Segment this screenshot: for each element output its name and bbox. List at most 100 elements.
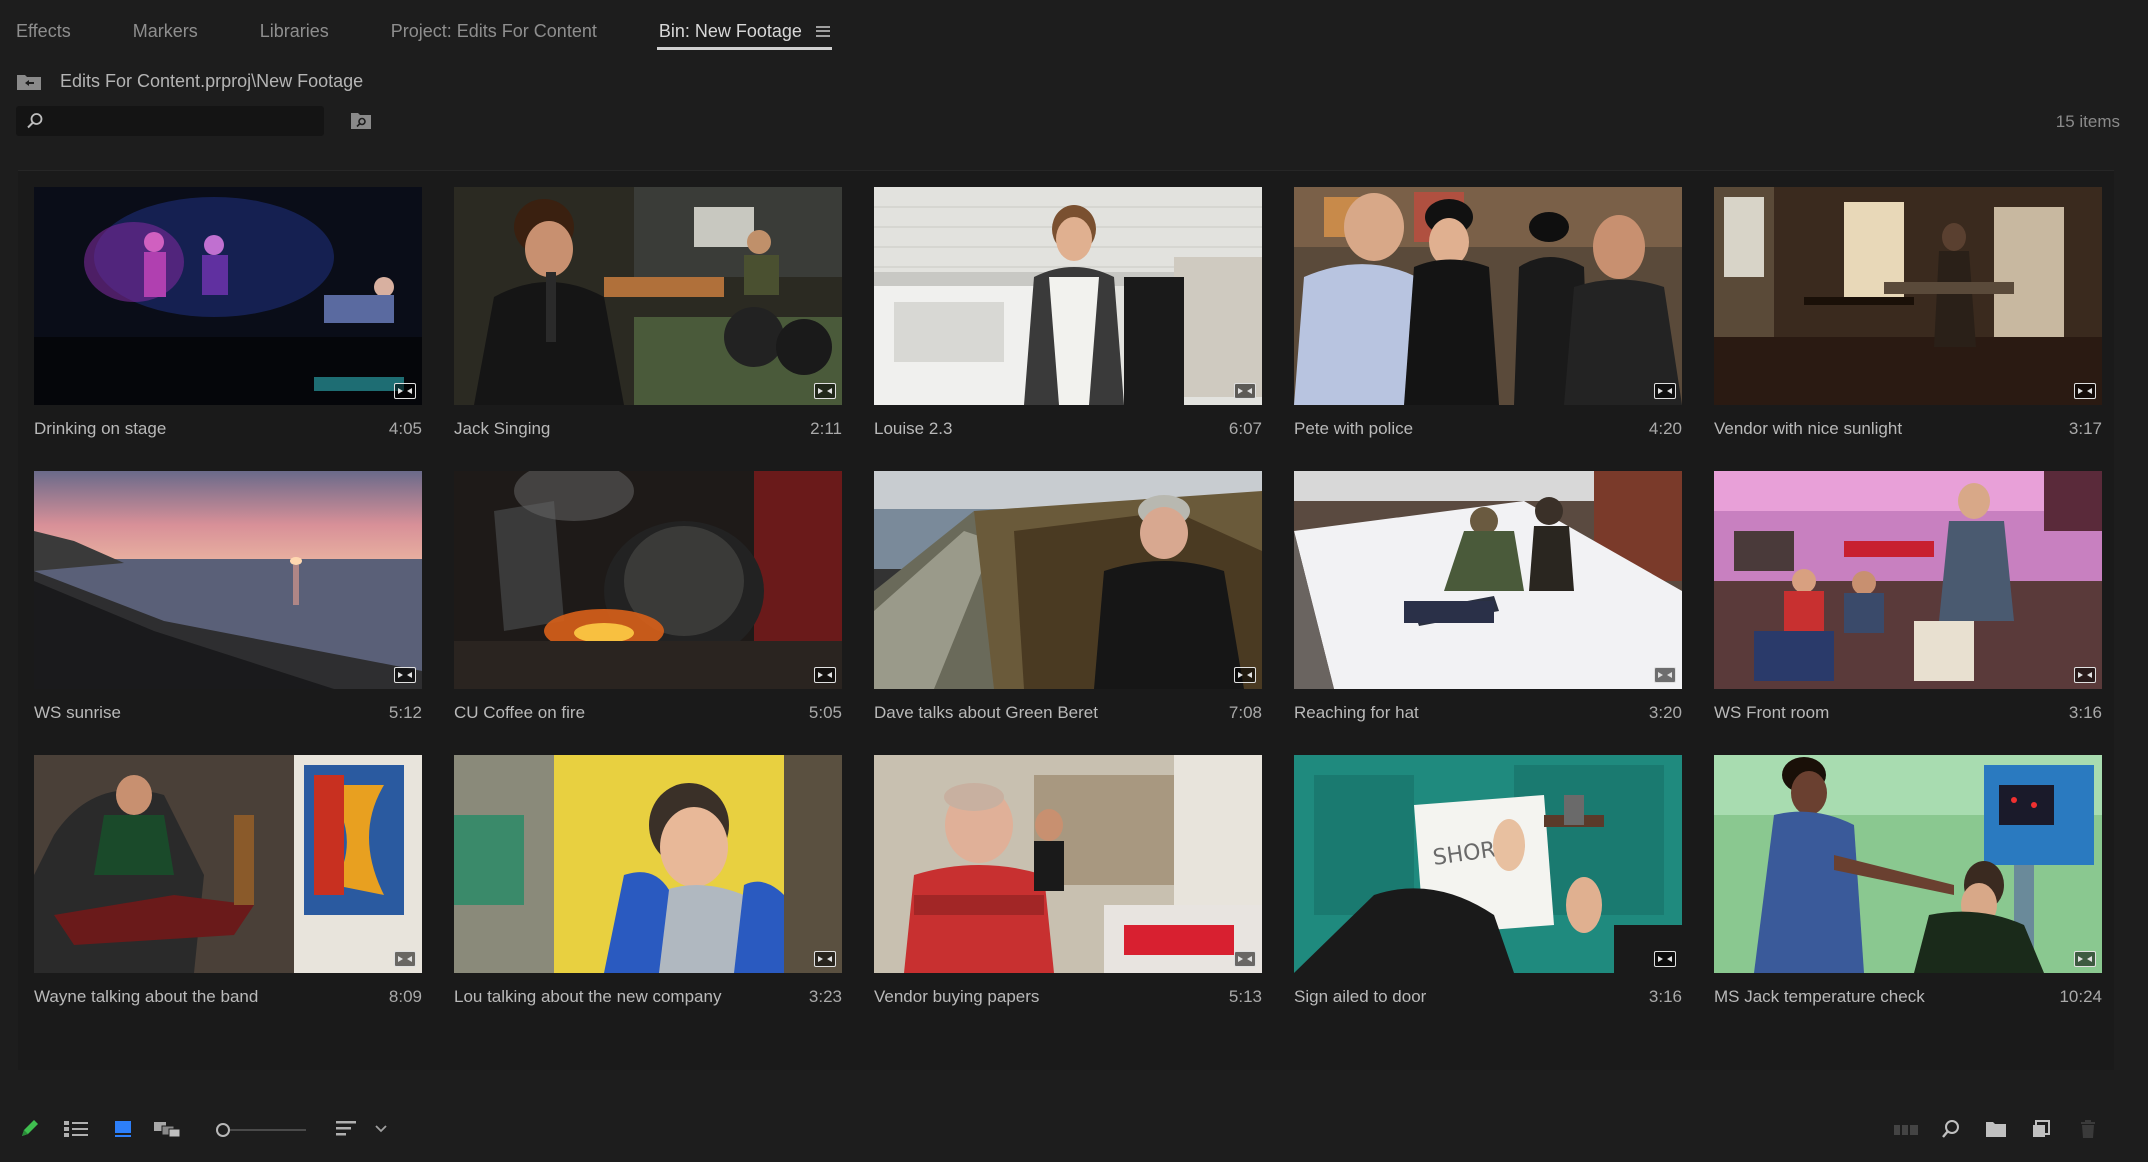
clip-type-icon [394, 383, 416, 399]
clip-duration: 3:16 [1648, 987, 1682, 1006]
clip-thumbnail[interactable] [874, 471, 1262, 689]
clip-duration: 3:23 [808, 987, 842, 1006]
clip-name[interactable]: Wayne talking about the band [34, 987, 258, 1007]
clip-thumbnail[interactable] [874, 755, 1262, 973]
clip-name[interactable]: WS Front room [1714, 703, 1829, 723]
clip-thumbnail[interactable]: SHORED [1294, 755, 1682, 973]
clip-name[interactable]: Vendor with nice sunlight [1714, 419, 1902, 439]
clip-caption: Pete with police 4:20 [1294, 417, 1682, 441]
clip-card[interactable]: Vendor buying papers 5:13 [874, 755, 1262, 1025]
clip-duration: 4:05 [388, 419, 422, 438]
clip-duration: 5:13 [1228, 987, 1262, 1006]
thumbnail-image: SHORED [1294, 755, 1682, 973]
clip-type-icon [1234, 951, 1256, 967]
pencil-icon[interactable] [18, 1116, 42, 1140]
clip-thumbnail[interactable] [454, 471, 842, 689]
clip-name[interactable]: Jack Singing [454, 419, 550, 439]
clip-name[interactable]: Dave talks about Green Beret [874, 703, 1098, 723]
clip-thumbnail[interactable] [34, 187, 422, 405]
thumbnail-image [874, 755, 1262, 973]
clip-name[interactable]: Sign ailed to door [1294, 987, 1426, 1007]
clip-thumbnail[interactable] [454, 187, 842, 405]
parent-bin-icon[interactable] [16, 71, 42, 91]
panel-menu-icon[interactable] [815, 25, 830, 37]
clip-card[interactable]: Lou talking about the new company 3:23 [454, 755, 842, 1025]
clip-card[interactable]: Wayne talking about the band 8:09 [34, 755, 422, 1025]
items-count: 15 items [2055, 112, 2120, 131]
clip-thumbnail[interactable] [1294, 187, 1682, 405]
trash-icon[interactable] [2078, 1118, 2098, 1140]
clip-caption: Wayne talking about the band 8:09 [34, 985, 422, 1009]
clip-thumbnail[interactable] [1714, 755, 2102, 973]
clip-type-icon [814, 383, 836, 399]
clip-card[interactable]: WS sunrise 5:12 [34, 471, 422, 741]
tab-project[interactable]: Project: Edits For Content [391, 0, 597, 62]
clip-card[interactable]: Louise 2.3 6:07 [874, 187, 1262, 457]
clip-duration: 6:07 [1228, 419, 1262, 438]
clip-card[interactable]: Drinking on stage 4:05 [34, 187, 422, 457]
clip-duration: 4:20 [1648, 419, 1682, 438]
thumbnail-image [874, 187, 1262, 405]
thumbnail-image [1294, 471, 1682, 689]
list-view-icon[interactable] [62, 1118, 90, 1140]
zoom-slider-handle[interactable] [216, 1123, 230, 1137]
clip-type-icon [394, 951, 416, 967]
clip-name[interactable]: Louise 2.3 [874, 419, 952, 439]
clip-caption: Vendor buying papers 5:13 [874, 985, 1262, 1009]
clip-caption: Reaching for hat 3:20 [1294, 701, 1682, 725]
thumbnail-image [454, 755, 842, 973]
tab-markers[interactable]: Markers [133, 0, 198, 62]
clip-caption: WS sunrise 5:12 [34, 701, 422, 725]
find-icon[interactable] [1940, 1118, 1962, 1140]
new-item-icon[interactable] [2030, 1118, 2052, 1140]
clip-duration: 3:17 [2068, 419, 2102, 438]
clip-name[interactable]: MS Jack temperature check [1714, 987, 1925, 1007]
sort-icon[interactable] [334, 1118, 358, 1140]
chevron-down-icon[interactable] [374, 1122, 388, 1136]
thumbnail-image [1714, 471, 2102, 689]
clip-card[interactable]: Reaching for hat 3:20 [1294, 471, 1682, 741]
clip-name[interactable]: Lou talking about the new company [454, 987, 721, 1007]
clip-name[interactable]: Drinking on stage [34, 419, 166, 439]
new-search-bin-icon[interactable] [350, 110, 372, 130]
clip-card[interactable]: MS Jack temperature check 10:24 [1714, 755, 2102, 1025]
tab-bin-new-footage[interactable]: Bin: New Footage [656, 0, 833, 62]
clip-card[interactable]: SHORED Sign ailed to door 3:16 [1294, 755, 1682, 1025]
clip-thumbnail[interactable] [454, 755, 842, 973]
clip-name[interactable]: Reaching for hat [1294, 703, 1419, 723]
tab-label: Markers [132, 20, 198, 41]
clip-grid: Drinking on stage 4:05 Jack Singing 2:11… [18, 170, 2114, 1070]
new-bin-icon[interactable] [1984, 1119, 2008, 1139]
clip-thumbnail[interactable] [34, 755, 422, 973]
clip-thumbnail[interactable] [1714, 187, 2102, 405]
clip-duration: 5:05 [808, 703, 842, 722]
freeform-view-icon[interactable] [152, 1118, 182, 1140]
zoom-slider[interactable] [216, 1122, 308, 1138]
clip-card[interactable]: CU Coffee on fire 5:05 [454, 471, 842, 741]
clip-thumbnail[interactable] [1294, 471, 1682, 689]
search-input[interactable] [16, 106, 324, 136]
clip-type-icon [1654, 667, 1676, 683]
clip-type-icon [814, 667, 836, 683]
tab-libraries[interactable]: Libraries [260, 0, 329, 62]
tab-label: Libraries [259, 20, 329, 41]
clip-thumbnail[interactable] [34, 471, 422, 689]
clip-caption: Jack Singing 2:11 [454, 417, 842, 441]
clip-duration: 8:09 [388, 987, 422, 1006]
icon-view-icon[interactable] [112, 1118, 134, 1140]
tab-effects[interactable]: Effects [16, 0, 71, 62]
clip-name[interactable]: Vendor buying papers [874, 987, 1039, 1007]
clip-card[interactable]: Jack Singing 2:11 [454, 187, 842, 457]
clip-thumbnail[interactable] [1714, 471, 2102, 689]
thumbnail-image [454, 187, 842, 405]
thumbnail-image [1714, 755, 2102, 973]
clip-name[interactable]: WS sunrise [34, 703, 121, 723]
clip-card[interactable]: WS Front room 3:16 [1714, 471, 2102, 741]
clip-name[interactable]: Pete with police [1294, 419, 1413, 439]
automate-sequence-icon[interactable] [1892, 1120, 1920, 1140]
clip-card[interactable]: Vendor with nice sunlight 3:17 [1714, 187, 2102, 457]
clip-card[interactable]: Dave talks about Green Beret 7:08 [874, 471, 1262, 741]
clip-thumbnail[interactable] [874, 187, 1262, 405]
clip-card[interactable]: Pete with police 4:20 [1294, 187, 1682, 457]
clip-name[interactable]: CU Coffee on fire [454, 703, 585, 723]
